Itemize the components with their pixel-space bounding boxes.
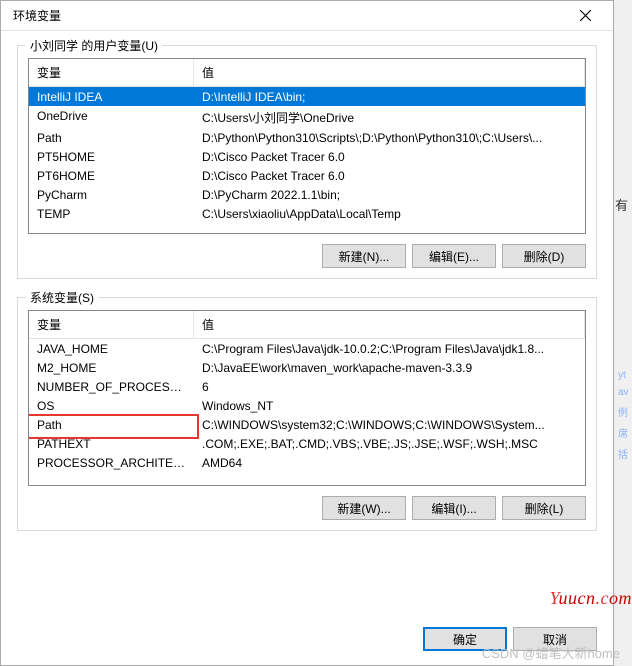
var-value-cell: D:\PyCharm 2022.1.1\bin; — [194, 185, 585, 204]
col-header-value[interactable]: 值 — [194, 59, 585, 86]
user-vars-buttons: 新建(N)... 编辑(E)... 删除(D) — [28, 244, 586, 268]
system-vars-buttons: 新建(W)... 编辑(I)... 删除(L) — [28, 496, 586, 520]
env-vars-dialog: 环境变量 小刘同学 的用户变量(U) 变量 值 IntelliJ IDEAD:\… — [0, 0, 614, 666]
var-name-cell: PATHEXT — [29, 434, 194, 453]
table-row[interactable]: PATHEXT.COM;.EXE;.BAT;.CMD;.VBS;.VBE;.JS… — [29, 434, 585, 453]
table-row[interactable]: PT5HOMED:\Cisco Packet Tracer 6.0 — [29, 147, 585, 166]
user-variables-list[interactable]: 变量 值 IntelliJ IDEAD:\IntelliJ IDEA\bin;O… — [28, 58, 586, 234]
user-new-button[interactable]: 新建(N)... — [322, 244, 406, 268]
var-value-cell: C:\Users\xiaoliu\AppData\Local\Temp — [194, 204, 585, 223]
var-name-cell: M2_HOME — [29, 358, 194, 377]
var-value-cell: D:\Cisco Packet Tracer 6.0 — [194, 166, 585, 185]
user-variables-legend: 小刘同学 的用户变量(U) — [26, 37, 162, 54]
table-row[interactable]: IntelliJ IDEAD:\IntelliJ IDEA\bin; — [29, 87, 585, 106]
list-body: IntelliJ IDEAD:\IntelliJ IDEA\bin;OneDri… — [29, 87, 585, 234]
system-delete-button[interactable]: 删除(L) — [502, 496, 586, 520]
ok-button[interactable]: 确定 — [423, 627, 507, 651]
var-value-cell: C:\Users\小刘同学\OneDrive — [194, 106, 585, 128]
system-new-button[interactable]: 新建(W)... — [322, 496, 406, 520]
var-name-cell: OS — [29, 396, 194, 415]
background-fragments: ytav例席括 — [618, 370, 632, 467]
user-delete-button[interactable]: 删除(D) — [502, 244, 586, 268]
var-name-cell: PROCESSOR_ARCHITECT... — [29, 453, 194, 472]
table-row[interactable]: OneDriveC:\Users\小刘同学\OneDrive — [29, 106, 585, 128]
cancel-button[interactable]: 取消 — [513, 627, 597, 651]
table-row[interactable]: NUMBER_OF_PROCESSORS6 — [29, 377, 585, 396]
close-icon — [580, 10, 591, 21]
table-row[interactable]: JAVA_HOMEC:\Program Files\Java\jdk-10.0.… — [29, 339, 585, 358]
var-value-cell: D:\Python\Python310\Scripts\;D:\Python\P… — [194, 128, 585, 147]
var-value-cell: D:\JavaEE\work\maven_work\apache-maven-3… — [194, 358, 585, 377]
table-row[interactable]: OSWindows_NT — [29, 396, 585, 415]
background-text: 有 — [615, 195, 628, 214]
table-row[interactable]: M2_HOMED:\JavaEE\work\maven_work\apache-… — [29, 358, 585, 377]
var-name-cell: PyCharm — [29, 185, 194, 204]
var-name-cell: PT6HOME — [29, 166, 194, 185]
var-name-cell: JAVA_HOME — [29, 339, 194, 358]
window-title: 环境变量 — [13, 7, 61, 24]
var-name-cell: PT5HOME — [29, 147, 194, 166]
dialog-footer: 确定 取消 — [1, 627, 613, 665]
var-value-cell: Windows_NT — [194, 396, 585, 415]
var-value-cell: 6 — [194, 377, 585, 396]
col-header-name[interactable]: 变量 — [29, 311, 194, 338]
list-header: 变量 值 — [29, 311, 585, 339]
close-button[interactable] — [565, 1, 605, 31]
var-name-cell: IntelliJ IDEA — [29, 87, 194, 106]
var-name-cell: NUMBER_OF_PROCESSORS — [29, 377, 194, 396]
table-row[interactable]: PROCESSOR_ARCHITECT...AMD64 — [29, 453, 585, 472]
system-variables-group: 系统变量(S) 变量 值 JAVA_HOMEC:\Program Files\J… — [17, 297, 597, 531]
list-header: 变量 值 — [29, 59, 585, 87]
var-value-cell: C:\WINDOWS\system32;C:\WINDOWS;C:\WINDOW… — [194, 415, 585, 434]
user-edit-button[interactable]: 编辑(E)... — [412, 244, 496, 268]
system-edit-button[interactable]: 编辑(I)... — [412, 496, 496, 520]
dialog-content: 小刘同学 的用户变量(U) 变量 值 IntelliJ IDEAD:\Intel… — [1, 31, 613, 627]
user-variables-group: 小刘同学 的用户变量(U) 变量 值 IntelliJ IDEAD:\Intel… — [17, 45, 597, 279]
var-value-cell: D:\Cisco Packet Tracer 6.0 — [194, 147, 585, 166]
var-value-cell: .COM;.EXE;.BAT;.CMD;.VBS;.VBE;.JS;.JSE;.… — [194, 434, 585, 453]
var-name-cell: OneDrive — [29, 106, 194, 128]
col-header-name[interactable]: 变量 — [29, 59, 194, 86]
table-row[interactable]: PyCharmD:\PyCharm 2022.1.1\bin; — [29, 185, 585, 204]
var-name-cell: TEMP — [29, 204, 194, 223]
var-value-cell: AMD64 — [194, 453, 585, 472]
table-row[interactable]: PathD:\Python\Python310\Scripts\;D:\Pyth… — [29, 128, 585, 147]
system-variables-list[interactable]: 变量 值 JAVA_HOMEC:\Program Files\Java\jdk-… — [28, 310, 586, 486]
var-name-cell: Path — [29, 128, 194, 147]
system-variables-legend: 系统变量(S) — [26, 289, 98, 306]
table-row[interactable]: TEMPC:\Users\xiaoliu\AppData\Local\Temp — [29, 204, 585, 223]
titlebar: 环境变量 — [1, 1, 613, 31]
table-row[interactable]: PathC:\WINDOWS\system32;C:\WINDOWS;C:\WI… — [29, 415, 585, 434]
var-value-cell: C:\Program Files\Java\jdk-10.0.2;C:\Prog… — [194, 339, 585, 358]
var-name-cell: Path — [29, 415, 194, 434]
table-row[interactable]: PT6HOMED:\Cisco Packet Tracer 6.0 — [29, 166, 585, 185]
var-value-cell: D:\IntelliJ IDEA\bin; — [194, 87, 585, 106]
list-body: JAVA_HOMEC:\Program Files\Java\jdk-10.0.… — [29, 339, 585, 486]
col-header-value[interactable]: 值 — [194, 311, 585, 338]
